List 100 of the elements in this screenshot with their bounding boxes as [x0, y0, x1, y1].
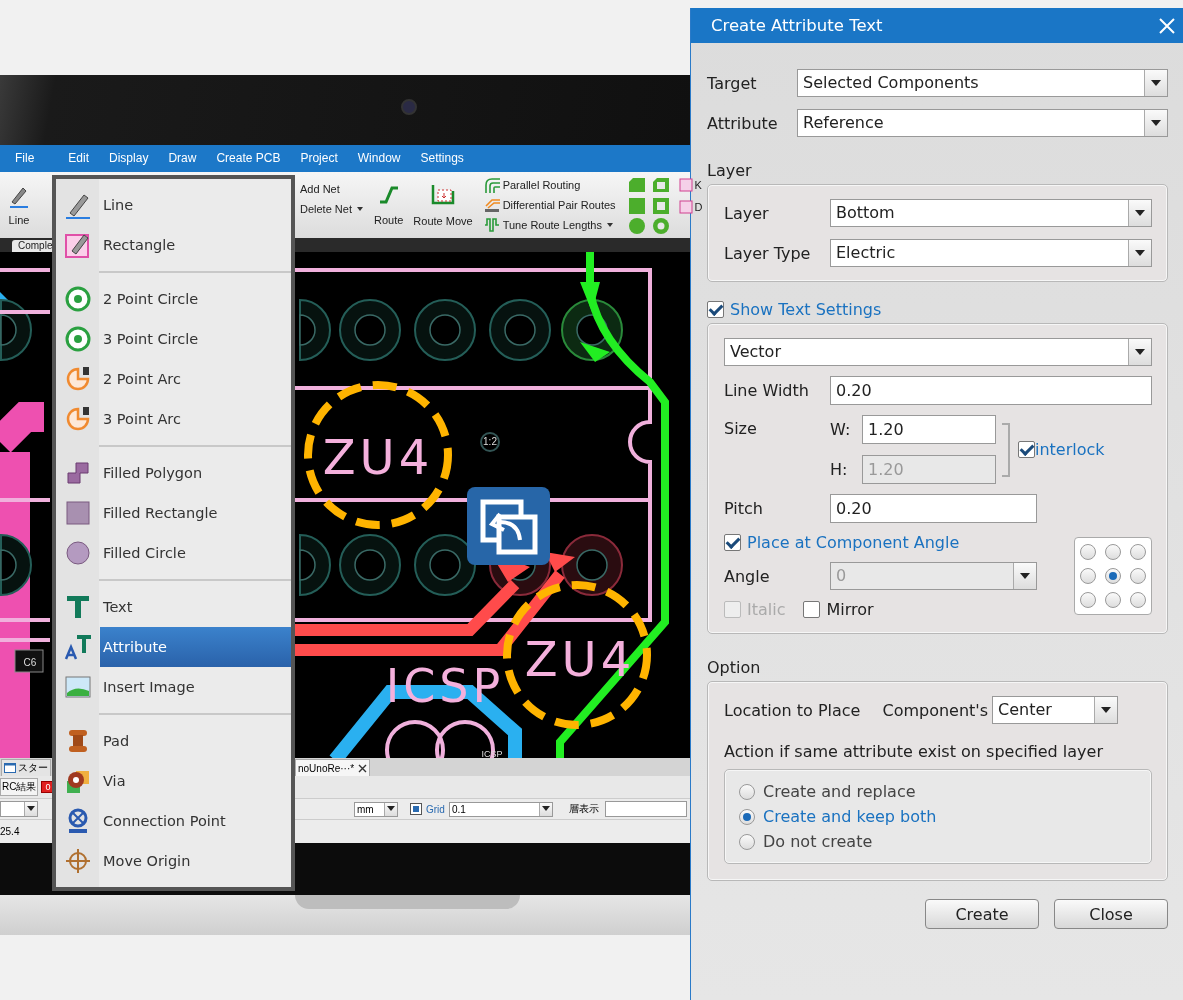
menu-item[interactable]: Text — [56, 587, 291, 627]
routing-tool-button[interactable]: Tune Route Lengths — [483, 216, 616, 233]
tool-icon — [678, 199, 693, 214]
origin-icon — [64, 847, 92, 875]
target-dropdown[interactable]: Selected Components — [797, 69, 1168, 97]
document-tab[interactable]: noUnoRe···* — [295, 759, 371, 777]
section-title: Option — [707, 658, 762, 677]
routing-tool-button[interactable]: Differential Pair Routes — [483, 196, 616, 213]
menu-item[interactable]: Filled Circle — [56, 533, 291, 573]
checkbox-label: Mirror — [826, 600, 874, 619]
cut-tool-button[interactable]: D — [678, 199, 703, 214]
anchor-radio[interactable] — [1080, 592, 1096, 608]
checkbox[interactable] — [803, 601, 821, 618]
checkbox[interactable] — [724, 534, 741, 551]
checkbox-label: Italic — [747, 600, 786, 619]
menu-item[interactable]: 2 Point Circle — [56, 279, 291, 319]
pitch-field[interactable]: 0.20 — [830, 494, 1037, 523]
field-label: Size — [724, 419, 758, 438]
menu-item[interactable]: Connection Point — [56, 801, 291, 841]
width-field[interactable]: 1.20 — [862, 415, 996, 444]
menu-bar-item[interactable]: File — [15, 151, 35, 166]
menu-item[interactable]: Via — [56, 761, 291, 801]
menu-item[interactable]: Rectangle — [56, 225, 291, 265]
font-dropdown[interactable]: Vector — [724, 338, 1152, 366]
checkbox-label: interlock — [1035, 440, 1105, 459]
menu-bar-item[interactable]: Draw — [168, 151, 197, 166]
circle-icon — [64, 325, 92, 353]
polygon-icon — [64, 459, 92, 487]
silkscreen-label: ZU4 — [524, 630, 636, 687]
dropdown[interactable] — [0, 801, 38, 818]
dialog-button[interactable]: Close — [1054, 899, 1168, 929]
anchor-radio[interactable] — [1105, 592, 1121, 608]
menu-item[interactable]: Move Origin — [56, 841, 291, 881]
attribute-icon — [64, 633, 92, 661]
anchor-radio[interactable] — [1080, 568, 1096, 584]
checkbox-label: Place at Component Angle — [747, 533, 960, 552]
anchor-radio[interactable] — [1130, 544, 1146, 560]
document-tab[interactable]: スター — [1, 759, 51, 777]
menu-bar-item[interactable]: Display — [109, 151, 149, 166]
dialog-button[interactable]: Create — [925, 899, 1039, 929]
route-button[interactable]: Route Move — [408, 171, 478, 238]
radio-option[interactable]: Create and keep both — [739, 807, 1137, 826]
layer-type-dropdown[interactable]: Electric — [830, 239, 1152, 267]
checkbox[interactable] — [410, 803, 422, 816]
location-dropdown[interactable]: Center — [992, 696, 1119, 724]
swap-icon[interactable] — [467, 486, 550, 565]
pair-lines-icon — [483, 196, 500, 213]
line-tool-button[interactable]: Line — [8, 171, 30, 238]
field-label: Line Width — [724, 381, 810, 400]
routing-tool-button[interactable]: Parallel Routing — [483, 176, 616, 193]
menu-item[interactable]: Line — [56, 185, 291, 225]
grid-dropdown[interactable]: 0.1 — [448, 801, 553, 817]
parallel-lines-icon — [483, 176, 500, 193]
result-tab[interactable]: RC結果 — [0, 778, 39, 797]
menu-item[interactable]: Filled Polygon — [56, 453, 291, 493]
menu-bar-item[interactable]: Settings — [420, 151, 464, 166]
menu-item[interactable]: Insert Image — [56, 667, 291, 707]
attribute-dropdown[interactable]: Reference — [797, 109, 1168, 137]
menu-bar-item[interactable]: Project — [300, 151, 338, 166]
menu-item[interactable]: Filled Rectangle — [56, 493, 291, 533]
route-button[interactable]: Route — [369, 171, 409, 238]
image-icon — [64, 673, 92, 701]
square-icon — [64, 499, 92, 527]
line-width-field[interactable]: 0.20 — [830, 376, 1152, 405]
layer-display-label: 層表示 — [568, 802, 599, 817]
field-label: Component's — [882, 700, 989, 720]
cut-tool-button[interactable]: K — [678, 177, 703, 192]
anchor-radio[interactable] — [1105, 544, 1121, 560]
menu-item[interactable]: 2 Point Arc — [56, 359, 291, 399]
field-label: Pitch — [724, 499, 764, 518]
rectangle-icon — [64, 231, 92, 259]
net-button[interactable]: Delete Net — [300, 202, 363, 215]
anchor-radio[interactable] — [1105, 568, 1121, 584]
anchor-radio[interactable] — [1080, 544, 1096, 560]
net-button[interactable]: Add Net — [300, 182, 363, 195]
menu-bar-item[interactable]: Create PCB — [216, 151, 281, 166]
anchor-radio[interactable] — [1130, 592, 1146, 608]
field-label: W: — [830, 420, 852, 439]
radio-option[interactable]: Do not create — [739, 832, 1137, 851]
menu-bar-item[interactable]: Window — [357, 151, 401, 166]
anchor-radio[interactable] — [1130, 568, 1146, 584]
close-icon[interactable] — [358, 763, 368, 773]
menu-item[interactable]: Pad — [56, 721, 291, 761]
tool-icon — [678, 177, 693, 192]
circle-icon — [64, 285, 92, 313]
menu-item[interactable]: 3 Point Circle — [56, 319, 291, 359]
checkbox-label: Show Text Settings — [730, 300, 882, 319]
field-label: Layer Type — [724, 243, 812, 263]
checkbox[interactable] — [707, 301, 724, 318]
arc-icon — [64, 405, 92, 433]
menu-item[interactable]: 3 Point Arc — [56, 399, 291, 439]
layer-dropdown[interactable]: Bottom — [830, 199, 1152, 227]
section-title: Layer — [707, 161, 753, 180]
radio-option[interactable]: Create and replace — [739, 782, 1137, 801]
layer-display-field[interactable] — [604, 801, 687, 818]
action-label: Action if same attribute exist on specified layer — [724, 742, 1104, 761]
checkbox[interactable] — [1018, 441, 1035, 458]
menu-bar-item[interactable]: Edit — [68, 151, 90, 166]
meander-icon — [483, 216, 500, 233]
unit-dropdown[interactable]: mm — [354, 801, 398, 817]
